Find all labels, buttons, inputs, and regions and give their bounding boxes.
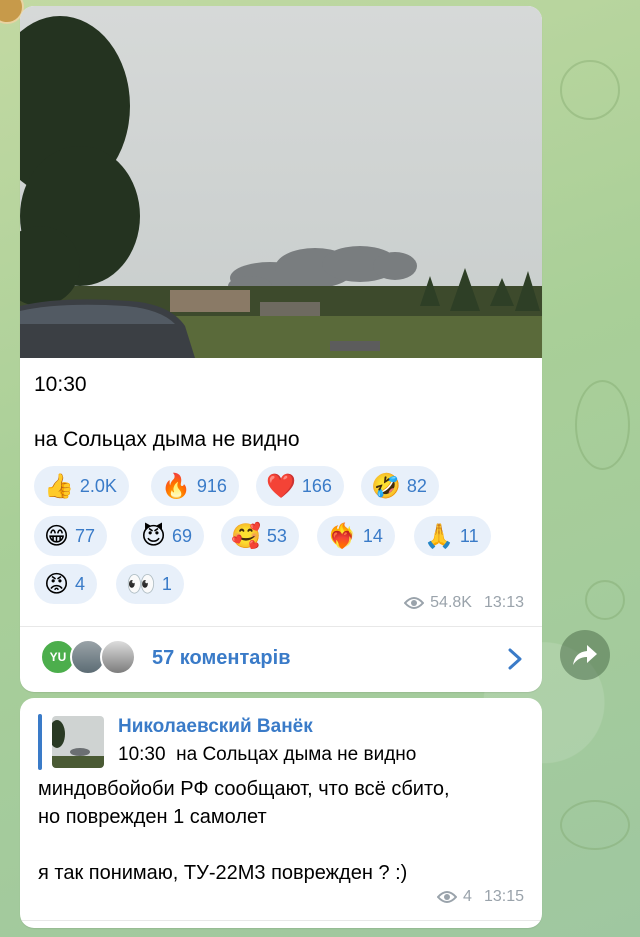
reaction-count: 77: [75, 525, 96, 546]
photo-smoke-over-field: [20, 6, 542, 358]
wallpaper-doodle: [560, 800, 630, 850]
chevron-right-icon[interactable]: [508, 648, 522, 670]
fire-icon: 🔥: [161, 472, 191, 500]
reaction-fire[interactable]: 🔥 916: [151, 466, 239, 506]
post-meta: 54.8K 13:13: [404, 594, 524, 612]
rofl-face-icon: 🤣: [371, 472, 401, 500]
eye-icon: [404, 597, 425, 609]
share-button[interactable]: [560, 630, 610, 680]
reply-post: Николаевский Ванёк 10:30 на Сольцах дыма…: [20, 698, 542, 928]
pray-icon: 🙏: [424, 522, 454, 550]
reaction-grin[interactable]: 😁 77: [34, 516, 108, 556]
post-caption: на Сольцах дыма не видно: [34, 428, 300, 451]
view-count: 54.8K: [430, 594, 472, 611]
grin-face-icon: 😁: [44, 522, 70, 550]
reply-meta: 4 13:15: [437, 888, 524, 906]
eye-icon: [437, 891, 458, 903]
reaction-count: 11: [459, 525, 479, 546]
reaction-pray[interactable]: 🙏 11: [414, 516, 491, 556]
reaction-angry[interactable]: 😡 4: [34, 564, 98, 604]
heart-on-fire-icon: ❤️‍🔥: [327, 522, 357, 550]
reaction-heart[interactable]: ❤️ 166: [256, 466, 344, 506]
message-text-line: но поврежден 1 самолет: [38, 806, 267, 828]
thumbs-up-icon: 👍: [44, 472, 74, 500]
angry-face-icon: 😡: [44, 570, 70, 598]
reaction-count: 166: [301, 475, 332, 496]
reply-timestamp: 13:15: [483, 888, 524, 905]
comments-count-label[interactable]: 57 коментарів: [152, 647, 291, 670]
comments-row[interactable]: YU 57 коментарів: [20, 626, 542, 692]
view-count: 4: [463, 888, 472, 905]
quoted-photo-thumbnail: [52, 716, 104, 768]
wallpaper-doodle: [560, 60, 620, 120]
devil-face-icon: 😈: [141, 522, 167, 550]
reaction-heart-on-fire[interactable]: ❤️‍🔥 14: [317, 516, 395, 556]
reaction-count: 14: [362, 525, 383, 546]
post-photo[interactable]: [20, 6, 542, 358]
commenter-avatar: [100, 639, 136, 675]
quoted-text: 10:30 на Сольцах дыма не видно: [118, 744, 417, 765]
eyes-icon: 👀: [126, 570, 156, 598]
reaction-count: 69: [172, 525, 193, 546]
quote-bar: [38, 714, 42, 770]
divider: [20, 920, 542, 921]
quoted-author: Николаевский Ванёк: [118, 716, 313, 737]
reaction-devil[interactable]: 😈 69: [131, 516, 205, 556]
wallpaper-doodle: [585, 580, 625, 620]
share-arrow-icon: [573, 645, 597, 665]
message-text-line: миндовбойоби РФ сообщают, что всё сбито,: [38, 778, 450, 800]
reaction-count: 2.0K: [79, 475, 117, 496]
reaction-count: 1: [161, 573, 172, 594]
reaction-count: 916: [196, 475, 227, 496]
heart-icon: ❤️: [266, 472, 296, 500]
reaction-count: 53: [266, 525, 287, 546]
post-time-text: 10:30: [34, 373, 87, 396]
reaction-smiling-hearts[interactable]: 🥰 53: [221, 516, 299, 556]
reaction-count: 4: [75, 573, 86, 594]
message-text-line: я так понимаю, ТУ-22М3 поврежден ? :): [38, 862, 408, 884]
quoted-message[interactable]: Николаевский Ванёк 10:30 на Сольцах дыма…: [38, 714, 518, 770]
channel-post: 10:30 на Сольцах дыма не видно 👍 2.0K 🔥 …: [20, 6, 542, 692]
reaction-eyes[interactable]: 👀 1: [116, 564, 184, 604]
reaction-rofl[interactable]: 🤣 82: [361, 466, 439, 506]
post-timestamp: 13:13: [483, 594, 524, 611]
reaction-count: 82: [406, 475, 427, 496]
reaction-thumbs-up[interactable]: 👍 2.0K: [34, 466, 129, 506]
quoted-photo: [52, 716, 104, 768]
smiling-hearts-icon: 🥰: [231, 522, 261, 550]
wallpaper-doodle: [575, 380, 630, 470]
